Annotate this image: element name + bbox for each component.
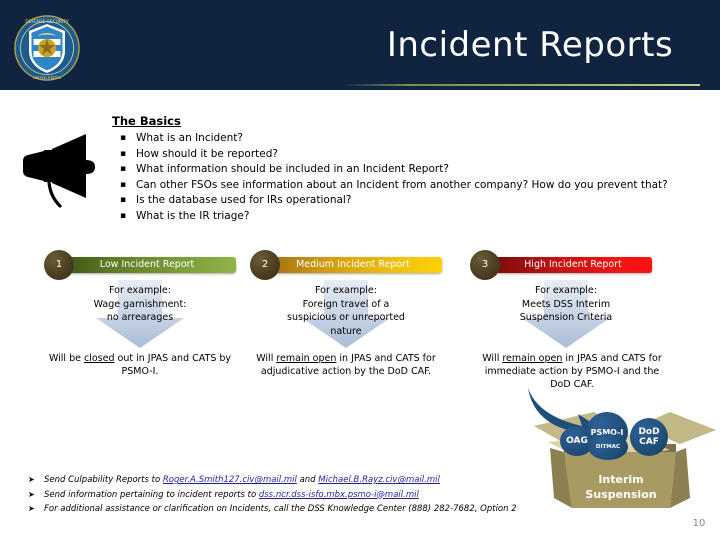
email-link-michael-rayz[interactable]: Michael.B.Rayz.civ@mail.mil [318, 475, 440, 485]
svg-text:DEFENSE SECURITY: DEFENSE SECURITY [25, 19, 69, 25]
action-list: Send Culpability Reports to Roger.A.Smit… [28, 473, 568, 517]
triage-example-high: For example: Meets DSS Interim Suspensio… [478, 284, 654, 325]
triage-outcome-low: Will be closed out in JPAS and CATS by P… [44, 352, 236, 378]
triage-example-medium: For example: Foreign travel of a suspici… [258, 284, 434, 338]
action-text: Send Culpability Reports to [44, 475, 163, 485]
basics-block: The Basics What is an Incident? How shou… [112, 114, 712, 224]
outcome-emphasis: closed [83, 353, 115, 364]
action-item-culpability: Send Culpability Reports to Roger.A.Smit… [28, 473, 568, 488]
action-item-knowledge-center: For additional assistance or clarificati… [28, 502, 568, 517]
outcome-pre: Will [256, 353, 277, 364]
example-heading: For example: [109, 285, 171, 296]
outcome-pre: Will [482, 353, 503, 364]
slide-canvas: Incident Reports DEFENSE SECURITY UNITED… [0, 0, 720, 540]
svg-text:UNITED STATES: UNITED STATES [33, 76, 62, 80]
outcome-pre: Will be [48, 353, 84, 364]
page-title: Incident Reports [386, 25, 674, 65]
triage-number-3: 3 [470, 250, 500, 280]
example-line: Meets DSS Interim [521, 298, 611, 310]
basics-heading: The Basics [112, 114, 181, 128]
triage-outcome-high: Will remain open in JPAS and CATS for im… [476, 352, 668, 391]
email-link-psmo-i[interactable]: dss.ncr.dss-isfo.mbx.psmo-i@mail.mil [259, 490, 419, 500]
interim-label-line1: Interim [598, 473, 644, 486]
basics-list: What is an Incident? How should it be re… [112, 131, 712, 224]
dss-seal-logo: DEFENSE SECURITY UNITED STATES [14, 15, 80, 81]
action-item-incident-reports: Send information pertaining to incident … [28, 488, 568, 503]
example-heading: For example: [535, 285, 597, 296]
example-line: nature [330, 325, 362, 337]
triage-bar-medium: Medium Incident Report [264, 257, 442, 273]
interim-label-line2: Suspension [585, 488, 657, 501]
bubble-ditmac: DITMAC [588, 434, 628, 460]
basics-item: What information should be included in a… [112, 162, 712, 178]
megaphone-icon [23, 134, 95, 208]
basics-item: Can other FSOs see information about an … [112, 178, 712, 194]
ir-triage-row: Low Incident Report 1 For example: Wage … [0, 250, 720, 390]
basics-item: Is the database used for IRs operational… [112, 193, 712, 209]
interim-suspension-label: Interim Suspension [568, 472, 674, 502]
example-line: suspicious or unreported [287, 312, 405, 323]
triage-bar-low: Low Incident Report [58, 257, 236, 273]
triage-outcome-medium: Will remain open in JPAS and CATS for ad… [250, 352, 442, 378]
header-divider [341, 84, 700, 86]
triage-number-2: 2 [250, 250, 280, 280]
example-line: Wage garnishment: [93, 298, 187, 310]
page-number: 10 [692, 518, 706, 529]
triage-number-1: 1 [44, 250, 74, 280]
outcome-post: out in JPAS and CATS by PSMO-I. [114, 353, 232, 377]
outcome-emphasis: remain open [276, 353, 337, 364]
outcome-emphasis: remain open [502, 353, 563, 364]
basics-item: What is an Incident? [112, 131, 712, 147]
action-text: and [296, 475, 319, 485]
example-heading: For example: [315, 285, 377, 296]
triage-bar-high: High Incident Report [494, 257, 652, 273]
bubble-dod-caf: DoD CAF [630, 418, 668, 456]
email-link-roger-smith[interactable]: Roger.A.Smith127.civ@mail.mil [163, 475, 297, 485]
basics-item: What is the IR triage? [112, 209, 712, 225]
triage-example-low: For example: Wage garnishment: no arrear… [52, 284, 228, 325]
basics-item: How should it be reported? [112, 147, 712, 163]
example-line: Suspension Criteria [519, 312, 613, 323]
action-text: Send information pertaining to incident … [44, 489, 259, 500]
action-text: For additional assistance or clarificati… [44, 504, 517, 514]
example-line: no arrearages [106, 312, 174, 323]
example-line: Foreign travel of a [302, 298, 390, 310]
